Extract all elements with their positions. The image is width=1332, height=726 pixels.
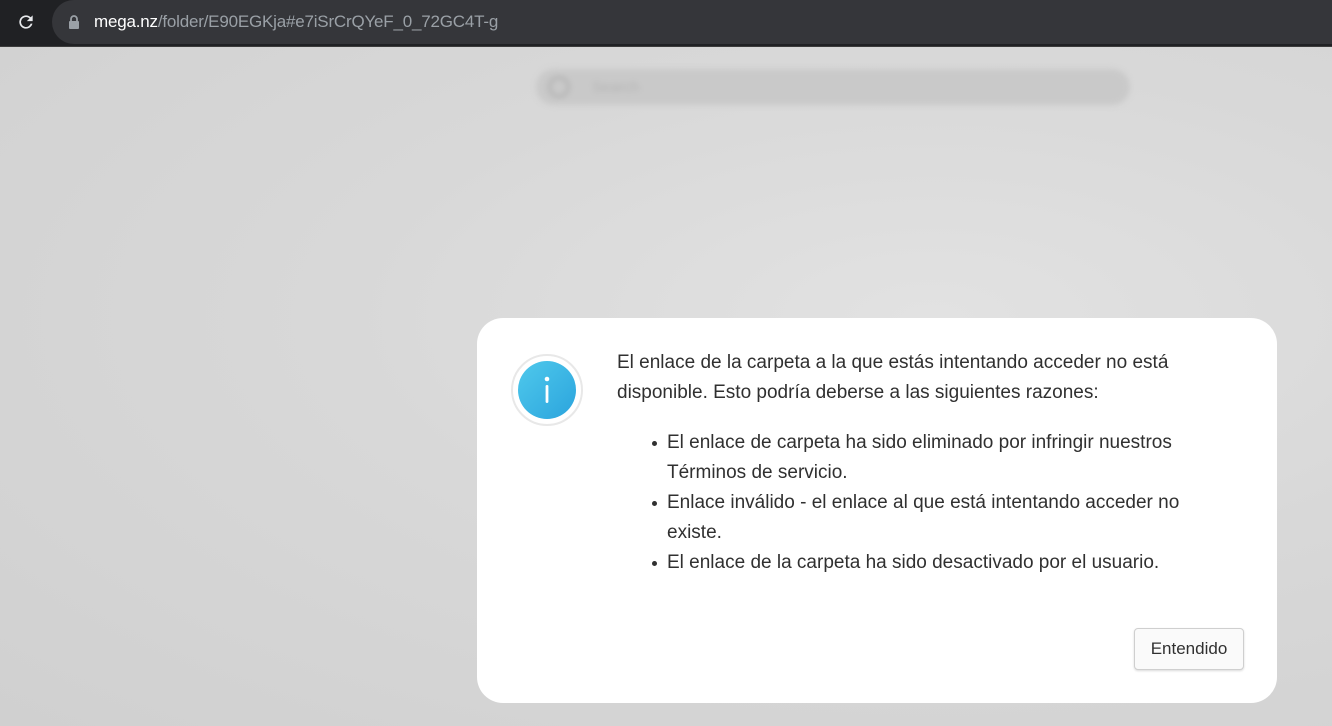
info-icon — [518, 361, 576, 419]
background-search-placeholder: Search — [592, 78, 640, 96]
reload-button[interactable] — [12, 8, 40, 36]
info-icon-ring — [511, 354, 583, 426]
search-icon — [548, 76, 570, 98]
list-item: El enlace de carpeta ha sido eliminado p… — [652, 428, 1207, 488]
list-item: Enlace inválido - el enlace al que está … — [652, 488, 1207, 548]
url-path: /folder/E90EGKja#e7iSrCrQYeF_0_72GC4T-g — [157, 12, 499, 31]
reasons-list: El enlace de carpeta ha sido eliminado p… — [652, 428, 1207, 578]
unavailable-link-dialog: El enlace de la carpeta a la que estás i… — [477, 318, 1277, 703]
understood-button[interactable]: Entendido — [1134, 628, 1244, 670]
reload-icon — [19, 15, 33, 29]
list-item: El enlace de la carpeta ha sido desactiv… — [652, 548, 1207, 578]
address-bar[interactable]: mega.nz/folder/E90EGKja#e7iSrCrQYeF_0_72… — [52, 0, 1332, 44]
url-domain: mega.nz — [94, 12, 158, 31]
lock-icon — [68, 15, 80, 29]
url-text: mega.nz/folder/E90EGKja#e7iSrCrQYeF_0_72… — [94, 12, 498, 32]
browser-toolbar: mega.nz/folder/E90EGKja#e7iSrCrQYeF_0_72… — [0, 0, 1332, 47]
background-search-bar: Search — [536, 69, 1130, 105]
dialog-message: El enlace de la carpeta a la que estás i… — [617, 352, 1169, 403]
